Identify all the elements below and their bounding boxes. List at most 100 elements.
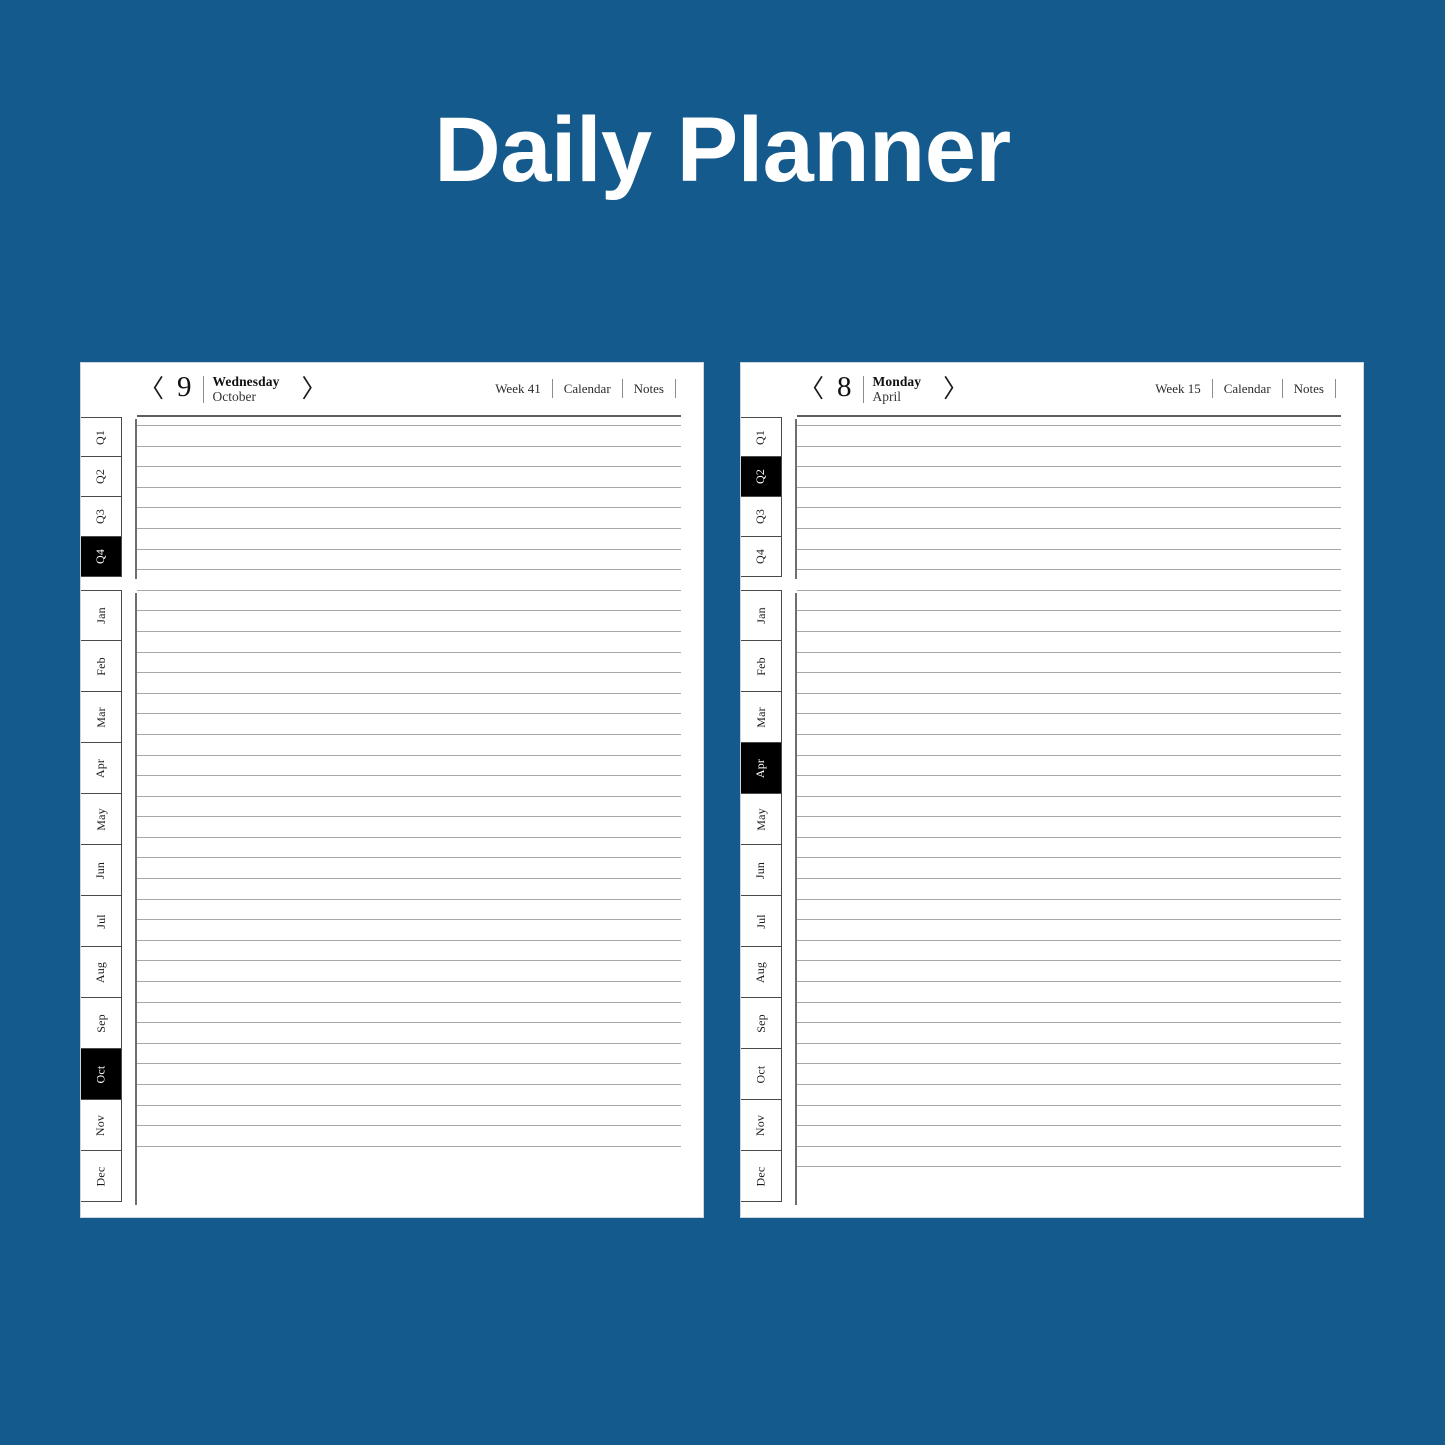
rule-line	[137, 919, 681, 921]
tab-label: Sep	[753, 1013, 768, 1033]
tab-quarter-q2[interactable]: Q2	[81, 457, 122, 497]
tab-month-jul[interactable]: Jul	[81, 896, 122, 947]
tab-month-apr[interactable]: Apr	[741, 743, 782, 794]
rule-line	[137, 713, 681, 715]
tab-month-jan[interactable]: Jan	[741, 590, 782, 641]
rule-line	[137, 775, 681, 777]
rule-line	[797, 1125, 1341, 1127]
rule-line	[797, 816, 1341, 818]
tab-month-oct[interactable]: Oct	[741, 1049, 782, 1100]
tab-label: Aug	[93, 961, 108, 983]
rule-line	[137, 1104, 681, 1106]
rule-line	[137, 1063, 681, 1065]
rule-line	[137, 754, 681, 756]
tab-label: Nov	[753, 1114, 768, 1136]
rule-line	[797, 1145, 1341, 1147]
tab-label: Aug	[753, 961, 768, 983]
prev-day-icon[interactable]: 〈	[797, 377, 826, 402]
tab-label: Mar	[753, 706, 768, 728]
tab-month-mar[interactable]: Mar	[741, 692, 782, 743]
tab-label: Q4	[753, 548, 768, 565]
rule-line	[137, 569, 681, 571]
tab-label: Jan	[753, 607, 768, 624]
tab-month-sep[interactable]: Sep	[741, 998, 782, 1049]
rule-line	[137, 1145, 681, 1147]
prev-day-icon[interactable]: 〈	[137, 377, 166, 402]
tab-month-dec[interactable]: Dec	[741, 1151, 782, 1202]
tab-rail-gap	[81, 577, 122, 590]
rule-line	[797, 713, 1341, 715]
rule-line	[797, 692, 1341, 694]
rule-line	[137, 1022, 681, 1024]
next-day-icon[interactable]: 〉	[941, 377, 970, 402]
tab-month-jan[interactable]: Jan	[81, 590, 122, 641]
rule-line	[137, 898, 681, 900]
tab-label: May	[93, 807, 108, 831]
ruled-writing-area-left[interactable]	[137, 425, 681, 1207]
calendar-link[interactable]: Calendar	[1213, 381, 1282, 397]
rule-line	[797, 878, 1341, 880]
tab-month-may[interactable]: May	[741, 794, 782, 845]
tab-rail-left: Q1 Q2 Q3 Q4 Jan Feb Mar Apr May Jun Jul Aug Sep Oct No…	[81, 417, 122, 1217]
rule-line	[137, 425, 681, 426]
notes-link[interactable]: Notes	[1283, 381, 1335, 397]
tab-quarter-q4[interactable]: Q4	[741, 537, 782, 577]
tab-label: Q4	[93, 548, 108, 565]
tab-quarter-q1[interactable]: Q1	[81, 417, 122, 457]
tab-month-sep[interactable]: Sep	[81, 998, 122, 1049]
tab-label: Oct	[93, 1065, 108, 1083]
tab-label: Jul	[93, 913, 108, 929]
date-navigator-left: 〈 9 Wednesday October 〉	[137, 372, 328, 406]
tab-month-jun[interactable]: Jun	[741, 845, 782, 896]
tab-month-aug[interactable]: Aug	[81, 947, 122, 998]
tab-quarter-q4[interactable]: Q4	[81, 537, 122, 577]
rule-line	[797, 589, 1341, 591]
tab-month-may[interactable]: May	[81, 794, 122, 845]
rule-line	[797, 981, 1341, 983]
tab-label: Dec	[753, 1166, 768, 1186]
tab-month-dec[interactable]: Dec	[81, 1151, 122, 1202]
tab-label: Q1	[93, 429, 108, 445]
tab-label: Nov	[93, 1114, 108, 1136]
rule-line	[137, 816, 681, 818]
tab-month-feb[interactable]: Feb	[741, 641, 782, 692]
rule-line	[137, 486, 681, 488]
tab-label: Q3	[753, 508, 768, 525]
calendar-link[interactable]: Calendar	[553, 381, 622, 397]
rule-line	[137, 445, 681, 447]
tab-month-jun[interactable]: Jun	[81, 845, 122, 896]
tab-month-aug[interactable]: Aug	[741, 947, 782, 998]
tab-quarter-q3[interactable]: Q3	[741, 497, 782, 537]
tab-month-jul[interactable]: Jul	[741, 896, 782, 947]
rule-line	[797, 1166, 1341, 1168]
rule-line	[137, 1125, 681, 1127]
rule-line	[797, 939, 1341, 941]
tab-quarter-q2[interactable]: Q2	[741, 457, 782, 497]
tab-label: Q1	[753, 429, 768, 445]
tab-month-feb[interactable]: Feb	[81, 641, 122, 692]
tab-rail-right: Q1 Q2 Q3 Q4 Jan Feb Mar Apr May Jun Jul Aug Sep Oct No…	[741, 417, 782, 1217]
tab-label: Q3	[93, 508, 108, 525]
tab-label: Jun	[93, 861, 108, 879]
notes-link[interactable]: Notes	[623, 381, 675, 397]
rule-line	[137, 692, 681, 694]
header-rule	[137, 415, 681, 417]
header-divider	[1335, 379, 1336, 398]
week-label: Week 41	[495, 380, 541, 396]
tab-quarter-q1[interactable]: Q1	[741, 417, 782, 457]
tab-month-oct[interactable]: Oct	[81, 1049, 122, 1100]
tab-label: Oct	[753, 1065, 768, 1083]
rule-line	[797, 569, 1341, 571]
weekday-label: Monday	[872, 373, 922, 389]
tab-label: Jun	[753, 861, 768, 879]
tab-month-apr[interactable]: Apr	[81, 743, 122, 794]
rule-line	[137, 939, 681, 941]
tab-month-mar[interactable]: Mar	[81, 692, 122, 743]
tab-month-nov[interactable]: Nov	[741, 1100, 782, 1151]
rule-line	[137, 960, 681, 962]
next-day-icon[interactable]: 〉	[299, 377, 328, 402]
rule-line	[797, 651, 1341, 653]
ruled-writing-area-right[interactable]	[797, 425, 1341, 1207]
tab-quarter-q3[interactable]: Q3	[81, 497, 122, 537]
tab-month-nov[interactable]: Nov	[81, 1100, 122, 1151]
